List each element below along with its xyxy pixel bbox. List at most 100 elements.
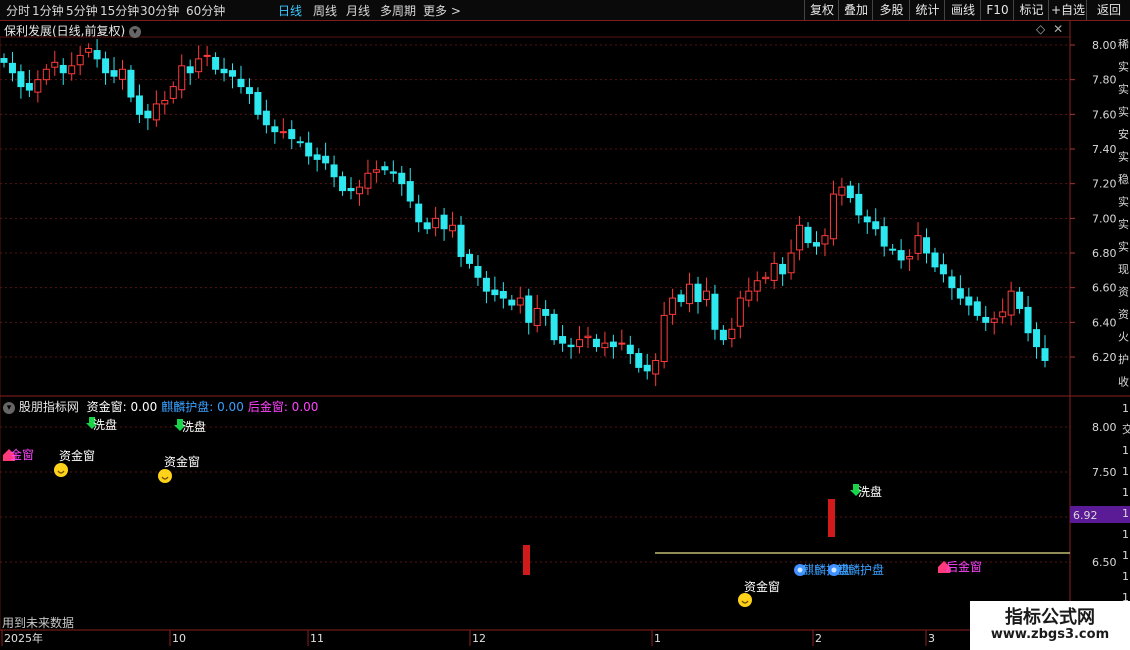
candle-body <box>618 342 626 345</box>
candle-body <box>364 172 372 189</box>
candle-body <box>25 82 33 91</box>
price-tick-label: 6.40 <box>1092 316 1117 329</box>
toolbar-button-2[interactable]: 多股 <box>872 0 910 20</box>
watermark-logo: 指标公式网 www.zbgs3.com <box>970 601 1130 650</box>
candle-body <box>178 65 186 91</box>
tab-7[interactable]: 周线 <box>313 2 337 19</box>
candle-body <box>406 181 414 202</box>
price-tick-label: 7.20 <box>1092 178 1117 191</box>
candle-body <box>245 87 253 95</box>
date-label: 10 <box>172 632 186 645</box>
candle-body <box>652 359 660 375</box>
tab-0[interactable]: 分时 <box>6 2 30 19</box>
diamond-icon[interactable]: ◇ <box>1036 22 1045 36</box>
candle-body <box>812 242 820 247</box>
right-edge-char: 实 <box>1118 105 1129 119</box>
candle-body <box>1016 291 1024 309</box>
plot-frame <box>0 36 1071 631</box>
candlestick-series <box>0 39 1049 387</box>
candle-body <box>305 142 313 157</box>
candle-body <box>313 154 321 160</box>
candle-body <box>906 255 914 260</box>
toolbar-button-6[interactable]: 标记 <box>1013 0 1049 20</box>
candle-body <box>897 250 905 261</box>
candle-body <box>262 110 270 126</box>
indicator-panel-title: ▾ 股朋指标网 资金窗: 0.00 麒麟护盘: 0.00 后金窗: 0.00 <box>3 398 318 415</box>
chevron-down-icon[interactable]: ▾ <box>129 25 142 38</box>
candle-body <box>787 252 795 274</box>
right-edge-char: 资 <box>1118 286 1129 299</box>
candle-body <box>17 71 25 88</box>
tab-6[interactable]: 日线 <box>278 2 302 19</box>
footer-note: 用到未来数据 <box>2 616 75 630</box>
candle-body <box>762 276 770 280</box>
indicator-marks: 洗盘 洗盘金窗 资金窗 资金窗洗盘麒麟护盘麒麟护盘 后金窗资金窗 <box>3 417 1070 607</box>
signal-xipan: 洗盘 <box>182 419 206 434</box>
right-edge-char: 实 <box>1118 82 1129 96</box>
right-edge-char: 稀 <box>1118 38 1129 51</box>
toolbar-button-0[interactable]: 复权 <box>804 0 839 20</box>
candle-body <box>203 54 211 57</box>
candle-body <box>635 353 643 368</box>
candle-body <box>559 336 567 344</box>
candle-body <box>643 364 651 372</box>
indicator-chevron-icon[interactable]: ▾ <box>3 401 15 414</box>
candle-body <box>956 288 964 299</box>
candle-body <box>660 314 668 363</box>
candle-body <box>939 264 947 275</box>
toolbar-button-4[interactable]: 画线 <box>944 0 981 20</box>
candle-body <box>584 335 592 339</box>
candle-body <box>161 99 169 105</box>
tab-1[interactable]: 1分钟 <box>32 2 64 19</box>
right-edge-char: 交 <box>1122 422 1130 436</box>
tab-9[interactable]: 多周期 <box>380 2 416 19</box>
candle-body <box>76 54 84 66</box>
tab-4[interactable]: 30分钟 <box>140 2 179 19</box>
tab-8[interactable]: 月线 <box>346 2 370 19</box>
toolbar-button-5[interactable]: F10 <box>980 0 1014 20</box>
candle-body <box>719 329 727 341</box>
price-tick-label: 7.60 <box>1092 108 1117 121</box>
toolbar-button-1[interactable]: 叠加 <box>838 0 873 20</box>
candle-body <box>516 297 524 306</box>
price-tick-label: 8.00 <box>1092 39 1117 52</box>
close-icon[interactable]: ✕ <box>1053 22 1063 36</box>
candle-body <box>702 290 710 300</box>
candle-body <box>931 252 939 268</box>
right-edge-char: 1 <box>1122 444 1129 457</box>
candle-body <box>533 307 541 326</box>
candle-body <box>195 58 203 73</box>
price-tick-label: 6.60 <box>1092 282 1117 295</box>
candle-body <box>229 70 237 77</box>
toolbar-button-8[interactable]: 返回 <box>1086 0 1130 20</box>
candle-body <box>880 226 888 247</box>
right-edge-char: 实 <box>1118 150 1129 164</box>
tab-10[interactable]: 更多 > <box>423 2 461 19</box>
signal-bar <box>828 499 835 537</box>
candle-body <box>135 95 143 115</box>
candle-body <box>127 69 135 98</box>
candle-body <box>220 68 228 74</box>
smiley-icon <box>54 463 68 477</box>
date-axis: 2025年 10 11 12 1 2 3 <box>1 630 935 646</box>
candle-body <box>68 65 76 75</box>
tab-3[interactable]: 15分钟 <box>100 2 139 19</box>
indicator-tick-label: 7.50 <box>1092 466 1117 479</box>
right-edge-char: 实 <box>1118 195 1129 209</box>
candle-body <box>330 164 338 178</box>
candle-body <box>491 289 499 296</box>
indicator-axis: 8.007.507.006.506.92 <box>1070 421 1130 569</box>
tab-2[interactable]: 5分钟 <box>66 2 98 19</box>
candle-body <box>728 328 736 340</box>
candle-body <box>440 214 448 230</box>
toolbar-button-7[interactable]: +自选 <box>1048 0 1087 20</box>
tab-5[interactable]: 60分钟 <box>186 2 225 19</box>
price-tick-label: 7.80 <box>1092 74 1117 87</box>
candle-body <box>34 79 42 93</box>
candle-body <box>669 297 677 315</box>
candle-body <box>186 66 194 74</box>
right-edge-char: 护 <box>1118 352 1129 366</box>
candle-body <box>322 155 330 164</box>
toolbar-button-3[interactable]: 统计 <box>909 0 945 20</box>
candle-body <box>796 224 804 251</box>
